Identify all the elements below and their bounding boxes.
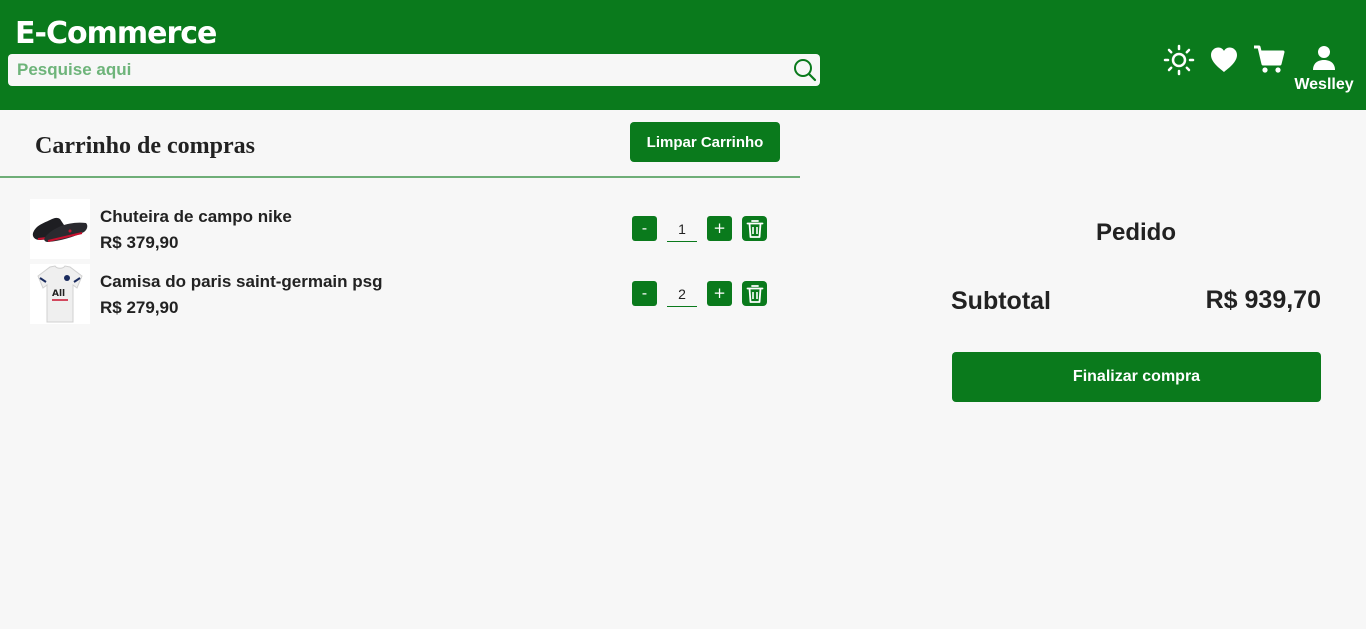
increment-button[interactable]: + bbox=[707, 281, 732, 306]
item-name: Chuteira de campo nike bbox=[100, 207, 292, 226]
cart-item: Chuteira de campo nike R$ 379,90 - + bbox=[30, 199, 770, 259]
svg-text:All: All bbox=[52, 289, 65, 299]
product-image-jersey: All bbox=[30, 264, 90, 324]
search-bar bbox=[8, 54, 820, 86]
item-name: Camisa do paris saint-germain psg bbox=[100, 272, 383, 291]
remove-item-button[interactable] bbox=[742, 281, 767, 306]
clear-cart-button[interactable]: Limpar Carrinho bbox=[630, 122, 780, 162]
trash-icon bbox=[746, 219, 763, 238]
user-name: Weslley bbox=[1294, 76, 1354, 93]
decrement-button[interactable]: - bbox=[632, 216, 657, 241]
top-header: E-Commerce Pesquise aqui Weslley bbox=[0, 0, 1366, 110]
search-input[interactable] bbox=[8, 54, 788, 86]
remove-item-button[interactable] bbox=[742, 216, 767, 241]
item-price: R$ 279,90 bbox=[100, 298, 179, 317]
cart-item: All Camisa do paris saint-germain psg R$… bbox=[30, 264, 770, 324]
subtotal-label: Subtotal bbox=[951, 287, 1051, 315]
increment-button[interactable]: + bbox=[707, 216, 732, 241]
quantity-input[interactable] bbox=[667, 216, 697, 242]
brand-logo[interactable]: E-Commerce bbox=[15, 14, 217, 54]
product-image-boots bbox=[30, 199, 90, 259]
order-title: Pedido bbox=[1095, 219, 1176, 246]
cart-title: Carrinho de compras bbox=[35, 133, 255, 159]
search-icon[interactable] bbox=[792, 57, 818, 83]
decrement-button[interactable]: - bbox=[632, 281, 657, 306]
item-price: R$ 379,90 bbox=[100, 233, 179, 252]
user-menu[interactable]: Weslley bbox=[1294, 44, 1354, 96]
sun-icon[interactable] bbox=[1163, 44, 1195, 76]
checkout-button[interactable]: Finalizar compra bbox=[952, 352, 1321, 402]
heart-icon[interactable] bbox=[1208, 44, 1240, 76]
cart-icon[interactable] bbox=[1253, 44, 1285, 76]
user-icon bbox=[1313, 46, 1335, 70]
subtotal-value: R$ 939,70 bbox=[1205, 286, 1321, 314]
quantity-input[interactable] bbox=[667, 281, 697, 307]
cart-divider bbox=[0, 176, 800, 178]
trash-icon bbox=[746, 284, 763, 303]
